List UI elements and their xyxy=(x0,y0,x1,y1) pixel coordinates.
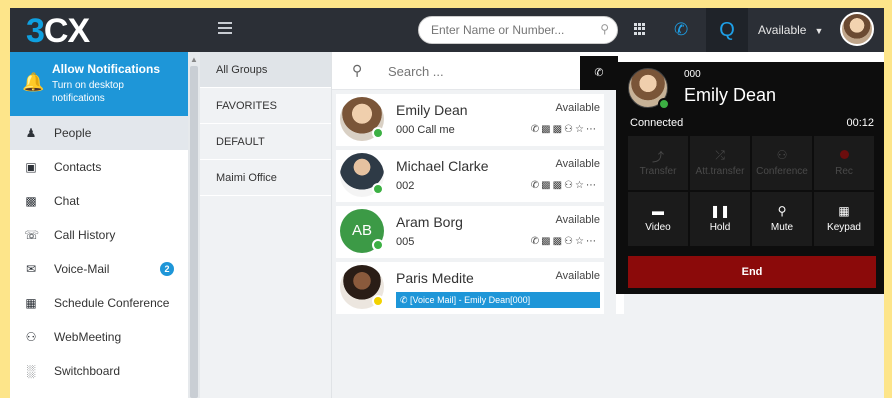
contact-card[interactable]: Michael Clarke 002 Available ✆▩▩⚇☆⋯ xyxy=(336,150,604,202)
voicemail-notice[interactable]: ✆ [Voice Mail] - Emily Dean[000] xyxy=(396,292,600,308)
chat-icon: ▩ xyxy=(25,194,37,208)
dialpad-grid-icon[interactable] xyxy=(634,23,646,35)
mute-button[interactable]: ⚲ Mute xyxy=(752,192,812,246)
voicemail-count-badge: 2 xyxy=(160,262,174,276)
chevron-down-icon: ▼ xyxy=(814,26,824,36)
sidebar-item-voice-mail[interactable]: ✉ Voice-Mail 2 xyxy=(10,252,188,286)
presence-dot xyxy=(372,127,384,139)
sidebar-item-contacts[interactable]: ▣ Contacts xyxy=(10,150,188,184)
group-icon: ⚇ xyxy=(25,330,37,344)
keypad-icon: ▦ xyxy=(838,204,850,218)
top-bar: 3CX ⚲ ✆ Q Available▼ xyxy=(10,8,884,52)
video-button[interactable]: ▬ Video xyxy=(628,192,688,246)
presence-dot xyxy=(372,183,384,195)
bar-chart-icon: ░ xyxy=(26,364,36,378)
phone-icon: ✆ xyxy=(594,67,604,79)
contact-extension: 000 Call me xyxy=(396,124,455,136)
sidebar-item-webmeeting[interactable]: ⚇ WebMeeting xyxy=(10,320,188,354)
logo: 3CX xyxy=(26,12,90,50)
group-default[interactable]: DEFAULT xyxy=(200,124,331,160)
sidebar-item-call-history[interactable]: ☏ Call History xyxy=(10,218,188,252)
sidebar: 🔔 Allow Notifications Turn on desktop not… xyxy=(10,52,188,398)
presence-dot xyxy=(372,239,384,251)
caller-name: Emily Dean xyxy=(684,85,777,105)
phone-icon[interactable]: ✆ xyxy=(674,20,688,40)
contact-status: Available xyxy=(555,214,600,226)
hold-button[interactable]: ❚❚ Hold xyxy=(690,192,750,246)
dial-search-input[interactable] xyxy=(431,17,591,43)
group-maimi-office[interactable]: Maimi Office xyxy=(200,160,331,196)
call-status: Connected xyxy=(630,117,684,129)
contact-name: Michael Clarke xyxy=(396,158,489,174)
sidebar-item-switchboard[interactable]: ░ Switchboard xyxy=(10,354,188,388)
contact-status: Available xyxy=(555,270,600,282)
active-call-popup: 000 Emily Dean Connected 00:12 ⤴ Transfer… xyxy=(616,62,884,294)
person-icon: ♟ xyxy=(25,126,37,140)
groups-panel: All Groups FAVORITES DEFAULT Maimi Offic… xyxy=(200,52,332,398)
menu-toggle-icon[interactable] xyxy=(218,22,232,36)
status-dropdown[interactable]: Available ▼ xyxy=(758,23,823,37)
contact-name: Aram Borg xyxy=(396,214,463,230)
keypad-button[interactable]: ▦ Keypad xyxy=(814,192,874,246)
shuffle-icon: ⤮ xyxy=(715,148,725,162)
queue-button[interactable]: Q xyxy=(706,8,748,52)
phone-history-icon: ☏ xyxy=(24,228,40,242)
voicemail-icon: ✉ xyxy=(25,262,37,276)
calendar-icon: ▦ xyxy=(25,296,37,310)
contact-name: Emily Dean xyxy=(396,102,468,118)
contact-actions[interactable]: ✆▩▩⚇☆⋯ xyxy=(531,236,598,247)
app-window: 3CX ⚲ ✆ Q Available▼ 🔔 Allow Notificatio… xyxy=(10,8,884,398)
contacts-icon: ▣ xyxy=(25,160,37,174)
sidebar-item-people[interactable]: ♟ People xyxy=(10,116,188,150)
end-call-button[interactable]: End xyxy=(628,256,876,288)
contact-name: Paris Medite xyxy=(396,270,474,286)
transfer-icon: ⤴ xyxy=(651,150,664,164)
transfer-button[interactable]: ⤴ Transfer xyxy=(628,136,688,190)
user-avatar[interactable] xyxy=(840,12,874,46)
notification-title: Allow Notifications xyxy=(52,62,160,76)
search-icon[interactable]: ⚲ xyxy=(600,22,609,36)
contact-actions[interactable]: ✆▩▩⚇☆⋯ xyxy=(531,124,598,135)
group-icon: ⚇ xyxy=(776,148,788,162)
call-popup-tab[interactable]: ✆ xyxy=(580,56,618,90)
group-favorites[interactable]: FAVORITES xyxy=(200,88,331,124)
att-transfer-button[interactable]: ⤮ Att.transfer xyxy=(690,136,750,190)
contact-extension: 002 xyxy=(396,180,415,192)
contact-card[interactable]: AB Aram Borg 005 Available ✆▩▩⚇☆⋯ xyxy=(336,206,604,258)
notification-subtitle: Turn on desktop notifications xyxy=(52,80,124,104)
pause-icon: ❚❚ xyxy=(709,204,731,218)
contacts-search-input[interactable] xyxy=(388,60,568,82)
contact-card[interactable]: Paris Medite Available ✆ [Voice Mail] - … xyxy=(336,262,604,314)
sidebar-item-chat[interactable]: ▩ Chat xyxy=(10,184,188,218)
video-camera-icon: ▬ xyxy=(652,204,664,218)
caller-number: 000 xyxy=(684,69,701,80)
caller-presence-dot xyxy=(658,98,670,110)
call-timer: 00:12 xyxy=(846,117,874,129)
scroll-up-icon[interactable]: ▲ xyxy=(190,55,198,64)
sidebar-item-schedule-conference[interactable]: ▦ Schedule Conference xyxy=(10,286,188,320)
contact-extension: 005 xyxy=(396,236,415,248)
contact-status: Available xyxy=(555,158,600,170)
sidebar-scroll-thumb[interactable] xyxy=(190,66,198,398)
mic-muted-icon: ⚲ xyxy=(777,204,787,218)
contact-status: Available xyxy=(555,102,600,114)
contact-actions[interactable]: ✆▩▩⚇☆⋯ xyxy=(531,180,598,191)
bell-icon: 🔔 xyxy=(22,72,45,92)
conference-button[interactable]: ⚇ Conference xyxy=(752,136,812,190)
dial-search-box[interactable]: ⚲ xyxy=(418,16,618,44)
group-all[interactable]: All Groups xyxy=(200,52,331,88)
presence-dot xyxy=(372,295,384,307)
record-icon xyxy=(814,148,874,162)
allow-notifications-banner[interactable]: 🔔 Allow Notifications Turn on desktop not… xyxy=(10,52,188,116)
search-icon: ⚲ xyxy=(352,62,363,78)
record-button[interactable]: Rec xyxy=(814,136,874,190)
contact-card[interactable]: Emily Dean 000 Call me Available ✆▩▩⚇☆⋯ xyxy=(336,94,604,146)
